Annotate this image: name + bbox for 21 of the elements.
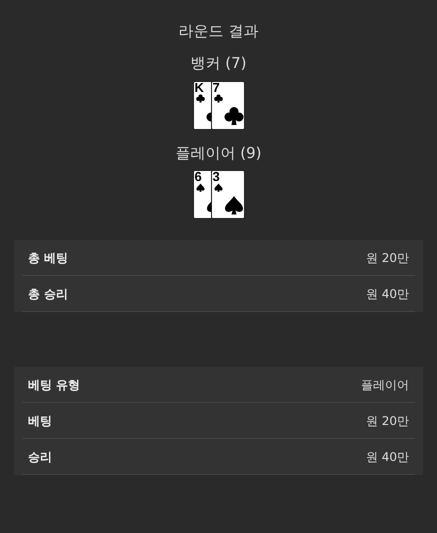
spade-icon: [224, 195, 244, 215]
card-rank: K: [194, 82, 204, 94]
card-rank: 6: [194, 171, 202, 183]
row-label: 베팅 유형: [28, 376, 80, 394]
hand-label: 플레이어 (9): [174, 142, 262, 164]
row-value: 원 40만: [366, 448, 409, 466]
row-label: 총 베팅: [28, 250, 68, 266]
row-label: 베팅: [28, 412, 52, 430]
hand-label: 뱅커 (7): [189, 53, 248, 74]
row-value: 플레이어: [361, 376, 409, 394]
row-label: 총 승리: [28, 286, 68, 302]
round-title: 라운드 결과: [178, 21, 260, 42]
row-value: 원 20만: [366, 250, 409, 266]
card-rank: 7: [212, 82, 220, 94]
row-label: 승리: [28, 448, 52, 466]
card-rank: 3: [212, 171, 220, 183]
club-icon: [224, 106, 244, 126]
club-icon: [214, 94, 222, 102]
row-value: 원 20만: [366, 412, 409, 430]
club-icon: [196, 94, 204, 102]
row-value: 원 40만: [366, 286, 409, 302]
